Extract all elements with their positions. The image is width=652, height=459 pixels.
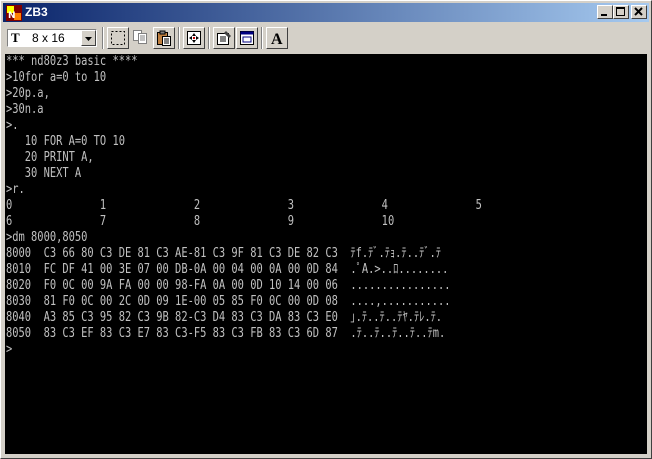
copy-icon <box>133 30 147 44</box>
select-all-button[interactable] <box>107 27 129 49</box>
app-icon[interactable]: N <box>6 5 22 21</box>
terminal-screen[interactable]: *** nd80z3 basic **** >10for a=0 to 10 >20… <box>5 54 647 454</box>
terminal-line: >r. <box>6 182 25 197</box>
font-size-select[interactable]: T 8 x 16 <box>7 29 97 47</box>
dropdown-button[interactable] <box>81 30 96 46</box>
font-a-icon: A <box>271 31 283 46</box>
font-icon: T <box>11 30 20 45</box>
properties-button[interactable] <box>213 27 235 49</box>
toolbar-separator <box>261 27 263 49</box>
toolbar-separator <box>102 27 104 49</box>
terminal-line: 30 NEXT A <box>6 166 82 181</box>
toolbar: T 8 x 16 A <box>3 24 649 52</box>
minimize-icon <box>601 14 607 16</box>
title-bar[interactable]: N ZB3 <box>3 3 649 22</box>
properties-icon <box>217 31 231 45</box>
app-window: N ZB3 T 8 x 16 A *** nd80z3 basic **** >… <box>0 0 652 459</box>
terminal-line: 8040 A3 85 C3 95 82 C3 9B 82-C3 D4 83 C3… <box>6 310 443 325</box>
terminal-line: >10for a=0 to 10 <box>6 70 107 85</box>
terminal-line: >20p.a, <box>6 86 50 101</box>
move-icon <box>187 31 201 45</box>
maximize-button[interactable] <box>613 5 629 19</box>
terminal-line: *** nd80z3 basic **** <box>6 54 138 69</box>
terminal-line: 10 FOR A=0 TO 10 <box>6 134 125 149</box>
chevron-down-icon <box>85 37 92 41</box>
copy-button[interactable] <box>130 27 152 49</box>
terminal-line: 6 7 8 9 10 <box>6 214 395 229</box>
terminal-line: 8030 81 F0 0C 00 2C 0D 09 1E-00 05 85 F0… <box>6 294 451 309</box>
toolbar-separator <box>208 27 210 49</box>
terminal-line: 0 1 2 3 4 5 <box>6 198 482 213</box>
terminal-line: >30n.a <box>6 102 44 117</box>
terminal-line: 20 PRINT A, <box>6 150 94 165</box>
font-button[interactable]: A <box>266 27 288 49</box>
svg-text:N: N <box>8 11 16 21</box>
move-button[interactable] <box>183 27 205 49</box>
toolbar-separator <box>178 27 180 49</box>
svg-text:A: A <box>271 31 283 46</box>
terminal-line: 8050 83 C3 EF 83 C3 E7 83 C3-F5 83 C3 FB… <box>6 326 446 341</box>
terminal-line: 8020 F0 0C 00 9A FA 00 00 98-FA 0A 00 0D… <box>6 278 451 293</box>
terminal-line: >dm 8000,8050 <box>6 230 88 245</box>
terminal-line: 8000 C3 66 80 C3 DE 81 C3 AE-81 C3 9F 81… <box>6 246 442 261</box>
select-icon <box>111 31 125 45</box>
terminal-line: >. <box>6 118 19 133</box>
maximize-icon <box>616 7 625 16</box>
font-size-value: 8 x 16 <box>32 31 65 45</box>
paste-button[interactable] <box>153 27 175 49</box>
window-title: ZB3 <box>25 5 48 19</box>
close-icon <box>634 7 643 16</box>
terminal-line: 8010 FC DF 41 00 3E 07 00 DB-0A 00 04 00… <box>6 262 449 277</box>
window-icon <box>240 31 254 45</box>
paste-icon <box>157 30 171 46</box>
window-mode-button[interactable] <box>236 27 258 49</box>
terminal-prompt[interactable]: > <box>6 342 12 358</box>
close-button[interactable] <box>631 5 647 19</box>
minimize-button[interactable] <box>597 5 613 19</box>
